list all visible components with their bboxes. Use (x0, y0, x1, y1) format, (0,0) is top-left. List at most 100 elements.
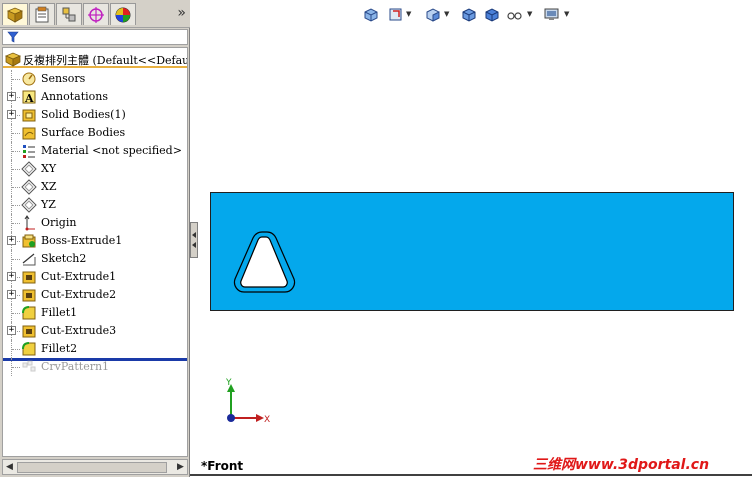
edit-appearance-button[interactable] (504, 4, 524, 24)
manager-tabs: » (0, 0, 190, 28)
tree-item[interactable]: Material <not specified> (3, 142, 187, 160)
filter-icon (7, 31, 19, 43)
tree-item-label: Fillet1 (41, 306, 78, 319)
tree-connector (12, 349, 20, 350)
tree-item[interactable]: CrvPattern1 (3, 358, 187, 376)
tree-item[interactable]: Fillet1 (3, 304, 187, 322)
material-icon (23, 145, 35, 158)
property-manager-icon (35, 6, 49, 22)
view-settings-button[interactable] (541, 4, 561, 24)
tree-filter[interactable] (2, 29, 188, 45)
tab-feature-manager[interactable] (2, 3, 28, 25)
scroll-thumb[interactable] (17, 462, 167, 473)
status-divider (190, 474, 752, 476)
tree-connector (12, 313, 20, 314)
expand-toggle-icon[interactable]: + (7, 272, 16, 281)
appearance-dropdown[interactable]: ▼ (527, 10, 534, 18)
tree-horizontal-scrollbar[interactable]: ◀ ▶ (2, 459, 188, 475)
expand-toggle-icon[interactable]: + (7, 290, 16, 299)
expand-toggle-icon[interactable]: + (7, 326, 16, 335)
heads-up-view-toolbar: ▼ ▼ ▼ ▼ (360, 4, 580, 26)
tree-connector (12, 79, 20, 80)
expand-toggle-icon[interactable]: + (7, 110, 16, 119)
tab-property-manager[interactable] (29, 3, 55, 25)
part-model-body[interactable] (210, 192, 734, 311)
expand-toggle-icon[interactable]: + (7, 92, 16, 101)
tree-item-label: CrvPattern1 (41, 360, 110, 373)
fillet-icon (22, 306, 36, 320)
tree-item-label: XY (41, 162, 57, 175)
tree-item[interactable]: Surface Bodies (3, 124, 187, 142)
previous-view-button[interactable] (385, 4, 405, 24)
panel-splitter[interactable] (190, 222, 198, 258)
hide-show-items-icon (485, 7, 498, 22)
view-orientation-dropdown[interactable]: ▼ (444, 10, 451, 18)
hide-show-button[interactable] (481, 4, 501, 24)
tree-connector (12, 259, 20, 260)
tree-item[interactable]: + Cut-Extrude3 (3, 322, 187, 340)
tree-connector (12, 205, 20, 206)
tree-item[interactable]: + Boss-Extrude1 (3, 232, 187, 250)
triad-axes-icon: Y X (225, 378, 270, 425)
tree-item-label: Sketch2 (41, 252, 87, 265)
tree-connector (12, 187, 20, 188)
tree-item-label: Material <not specified> (41, 144, 182, 157)
tree-item-label: Cut-Extrude3 (41, 324, 117, 337)
zoom-to-fit-button[interactable] (360, 4, 380, 24)
more-tabs-button[interactable]: » (177, 5, 186, 21)
tree-item[interactable]: + A Annotations (3, 88, 187, 106)
tree-connector (12, 169, 20, 170)
cut-extrude-icon (22, 289, 36, 302)
tab-dimxpert-manager[interactable] (83, 3, 109, 25)
cutout-slot-shape (233, 231, 296, 293)
feature-manager-panel: » 反複排列主體 (Default<<Default> Sensors + A Ann… (0, 0, 190, 477)
tree-item[interactable]: Sketch2 (3, 250, 187, 268)
plane-icon (21, 179, 37, 195)
tree-item[interactable]: Fillet2 (3, 340, 187, 358)
tree-item-label: YZ (41, 198, 56, 211)
curve-pattern-icon (22, 360, 36, 372)
tree-item[interactable]: YZ (3, 196, 187, 214)
display-style-button[interactable] (458, 4, 478, 24)
scroll-left-arrow-icon[interactable]: ◀ (4, 462, 15, 473)
previous-view-dropdown[interactable]: ▼ (406, 10, 413, 18)
edit-appearance-icon (506, 11, 522, 20)
tree-item[interactable]: + Cut-Extrude1 (3, 268, 187, 286)
watermark-text: 三维网www.3dportal.cn (533, 457, 710, 473)
display-manager-icon (115, 7, 131, 22)
view-settings-dropdown[interactable]: ▼ (564, 10, 571, 18)
tab-display-manager[interactable] (110, 3, 136, 25)
section-view-icon (426, 7, 439, 22)
tab-configuration-manager[interactable] (56, 3, 82, 25)
monitor-icon (544, 8, 558, 20)
part-icon (5, 52, 21, 67)
triad-y-label: Y (225, 378, 232, 388)
solidworks-window: » 反複排列主體 (Default<<Default> Sensors + A Ann… (0, 0, 752, 477)
surface-bodies-icon (22, 127, 36, 140)
tree-item[interactable]: XY (3, 160, 187, 178)
tree-item[interactable]: + Cut-Extrude2 (3, 286, 187, 304)
tree-item-label: Surface Bodies (41, 126, 126, 139)
triad-x-label: X (264, 415, 270, 425)
tree-item-label: Solid Bodies(1) (41, 108, 126, 121)
expand-toggle-icon[interactable]: + (7, 236, 16, 245)
solid-bodies-icon (22, 109, 36, 122)
tree-item-label: Boss-Extrude1 (41, 234, 123, 247)
fillet-icon (22, 342, 36, 356)
tree-item[interactable]: XZ (3, 178, 187, 196)
tree-item[interactable]: Origin (3, 214, 187, 232)
tree-item-label: Annotations (41, 90, 109, 103)
tree-item[interactable]: Sensors (3, 70, 187, 88)
tree-item-label: Cut-Extrude1 (41, 270, 117, 283)
tree-item-label: Origin (41, 216, 77, 229)
tree-root-part[interactable]: 反複排列主體 (Default<<Default> (3, 50, 188, 68)
section-view-button[interactable] (422, 4, 442, 24)
tree-item-label: Cut-Extrude2 (41, 288, 117, 301)
tree-item-label: Sensors (41, 72, 86, 85)
tree-root-label: 反複排列主體 (Default<<Default> (23, 54, 188, 67)
tree-item[interactable]: + Solid Bodies(1) (3, 106, 187, 124)
tree-item-label: XZ (41, 180, 57, 193)
svg-text:A: A (24, 92, 34, 105)
scroll-right-arrow-icon[interactable]: ▶ (175, 462, 186, 473)
plane-icon (21, 197, 37, 213)
